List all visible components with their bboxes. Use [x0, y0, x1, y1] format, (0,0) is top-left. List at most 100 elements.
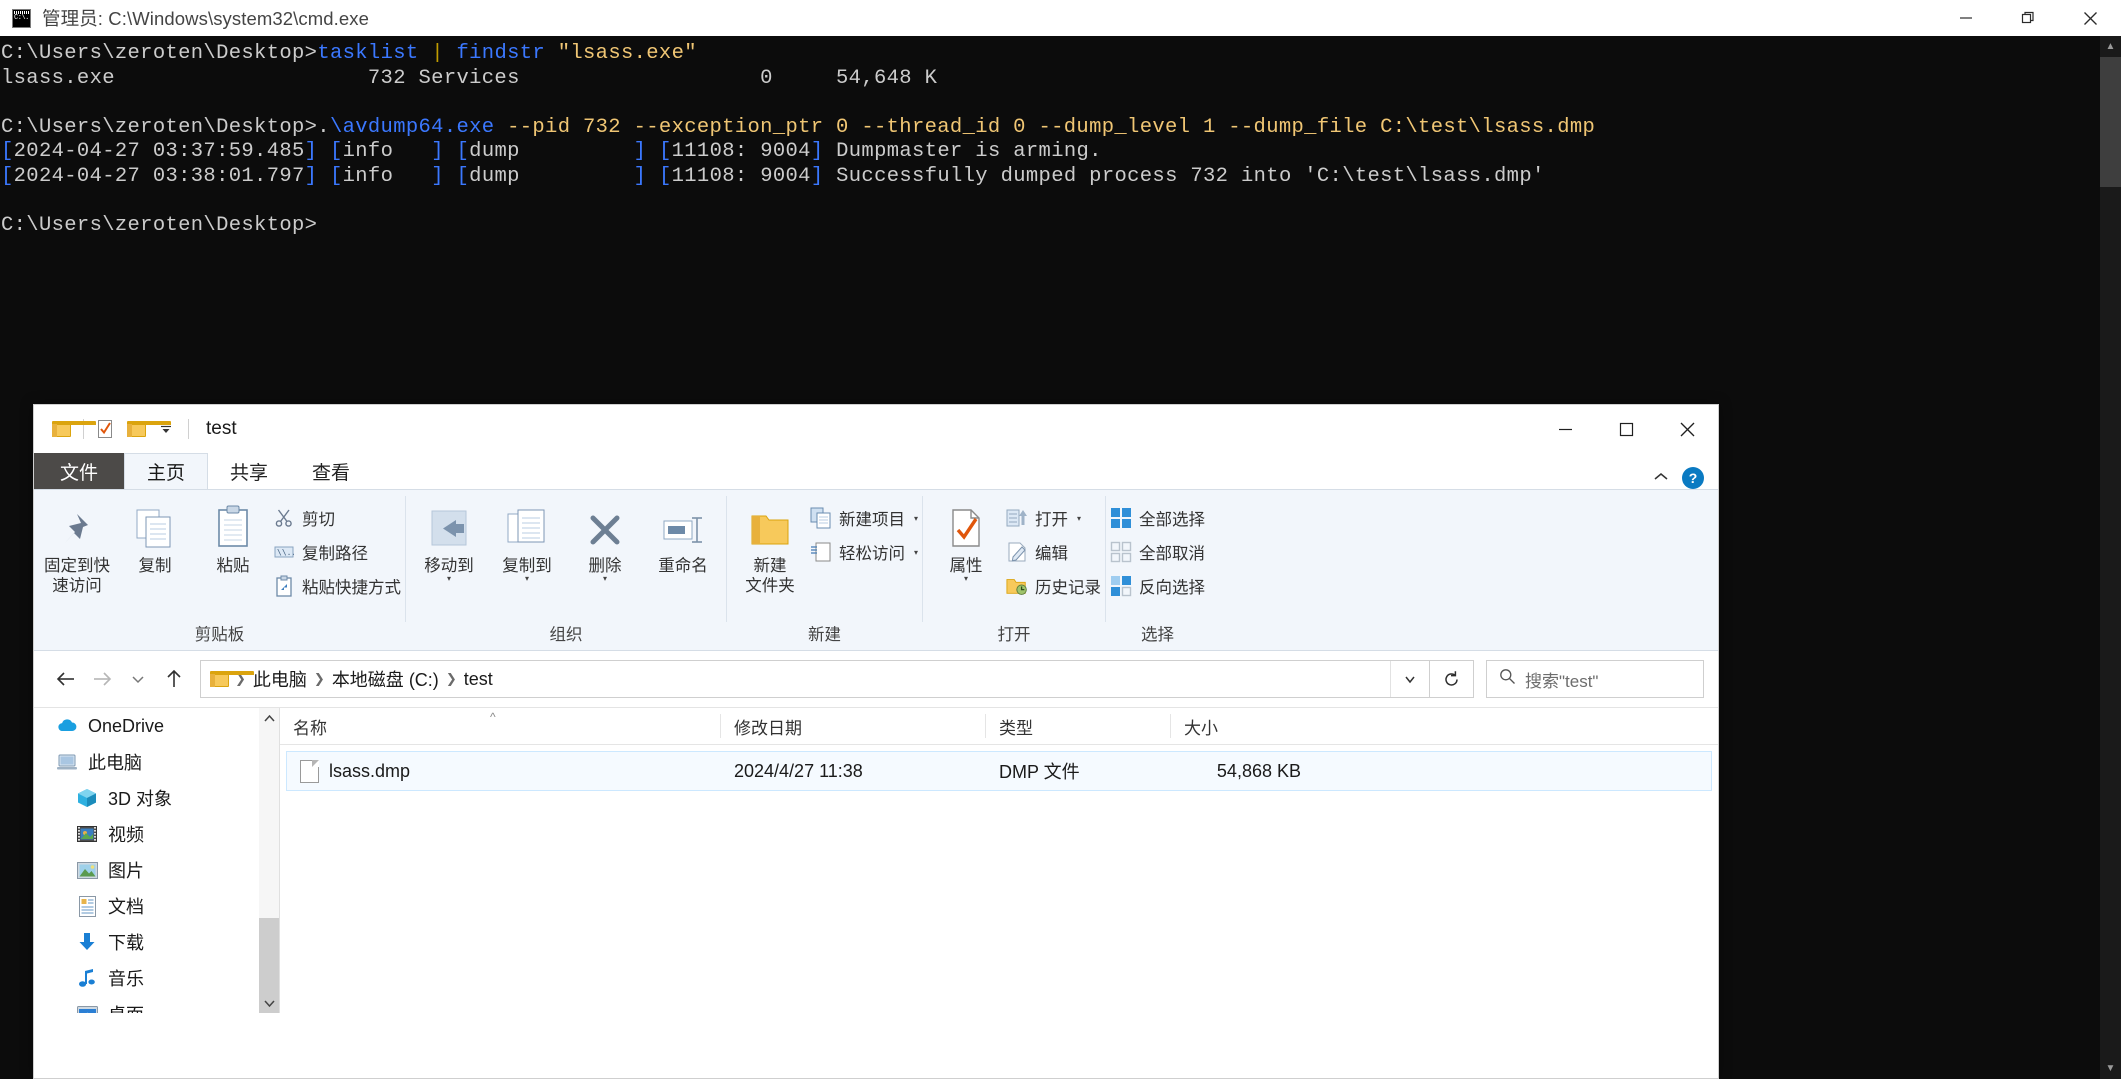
sidebar-item-desktop[interactable]: 桌面	[34, 996, 279, 1013]
cmd-minimize-button[interactable]	[1935, 0, 1997, 36]
qat-separator-2	[188, 419, 189, 439]
help-icon[interactable]: ?	[1682, 467, 1704, 489]
ribbon-button-label: 编辑	[1035, 545, 1069, 563]
svg-text:\\...: \\...	[277, 548, 294, 557]
forward-button[interactable]	[84, 661, 120, 697]
explorer-title-bar[interactable]: test	[34, 405, 1718, 453]
explorer-maximize-button[interactable]	[1596, 405, 1657, 453]
sidebar-item-pictures[interactable]: 图片	[34, 852, 279, 888]
sidebar-item-3d-objects[interactable]: 3D 对象	[34, 780, 279, 816]
sidebar-item-documents[interactable]: 文档	[34, 888, 279, 924]
collapse-ribbon-chevron-up-icon[interactable]	[1652, 470, 1670, 486]
file-name-cell[interactable]: lsass.dmp	[287, 759, 721, 783]
cmd-scrollbar[interactable]: ▲ ▼	[2100, 36, 2121, 1079]
ribbon-button-label: 新建 文件夹	[745, 557, 795, 595]
edit-button[interactable]: 编辑	[1006, 538, 1101, 566]
back-button[interactable]	[48, 661, 84, 697]
copy-icon	[134, 504, 176, 550]
sidebar-scroll-down-chevron-down-icon[interactable]	[259, 993, 279, 1013]
cmd-text-span: dump	[469, 140, 634, 163]
sidebar-scroll-up-chevron-up-icon[interactable]	[259, 708, 279, 728]
column-header-type[interactable]: 类型	[985, 714, 1170, 738]
paste-shortcut-button[interactable]: 粘贴快捷方式	[273, 572, 401, 600]
open-button[interactable]: 打开 ▾	[1006, 504, 1101, 532]
pin-to-quick-access-button[interactable]: 固定到快 速访问	[38, 498, 116, 596]
properties-button[interactable]: 属性 ▾	[927, 498, 1005, 583]
tab-label: 共享	[230, 462, 269, 484]
ribbon-group-organize: 移动到 ▾ 复制到 ▾ 删除 ▾ 重命名组织	[406, 490, 726, 650]
tab-home[interactable]: 主页	[124, 453, 209, 489]
delete-button[interactable]: 删除 ▾	[566, 498, 644, 583]
up-button[interactable]	[156, 661, 192, 697]
cut-button[interactable]: 剪切	[273, 504, 401, 532]
column-header-name[interactable]: 名称	[280, 714, 720, 738]
chevron-down-icon[interactable]: ▾	[603, 575, 607, 583]
copy-to-button[interactable]: 复制到 ▾	[488, 498, 566, 583]
file-name-label: lsass.dmp	[329, 760, 411, 781]
cmd-text-span: \avdump64.exe	[329, 115, 508, 139]
file-size-cell: 54,868 KB	[1216, 760, 1301, 781]
qat-folder-icon[interactable]	[46, 414, 96, 444]
cmd-text-span: 11108: 9004	[671, 164, 811, 188]
column-header-date-modified[interactable]: 修改日期	[720, 714, 985, 738]
move-to-button[interactable]: 移动到 ▾	[410, 498, 488, 583]
column-header-size[interactable]: 大小	[1170, 714, 1310, 738]
qat-properties-icon[interactable]	[91, 414, 121, 444]
sidebar-item-music[interactable]: 音乐	[34, 960, 279, 996]
select-none-icon	[1110, 541, 1132, 563]
cmd-title-bar[interactable]: 管理员: C:\Windows\system32\cmd.exe	[0, 0, 2121, 36]
new-folder-button[interactable]: 新建 文件夹	[731, 498, 809, 596]
select-all-button[interactable]: 全部选择	[1110, 504, 1205, 532]
chevron-down-icon[interactable]: ▾	[1077, 514, 1081, 523]
sidebar-item-onedrive[interactable]: OneDrive	[34, 708, 279, 744]
cmd-restore-button[interactable]	[1997, 0, 2059, 36]
ribbon-group-label: 选择	[1141, 626, 1175, 644]
cmd-scroll-up-icon[interactable]: ▲	[2100, 36, 2121, 57]
new-item-button[interactable]: 新建项目 ▾	[810, 504, 918, 532]
chevron-down-icon[interactable]: ▾	[914, 548, 918, 557]
sort-indicator: ^	[490, 710, 496, 724]
breadcrumb-item[interactable]: 此电脑	[248, 666, 312, 692]
address-bar[interactable]: ❯ 此电脑 ❯ 本地磁盘 (C:) ❯ test	[200, 660, 1430, 698]
sidebar-scrollbar[interactable]	[259, 708, 279, 1013]
tab-file[interactable]: 文件	[34, 453, 125, 489]
easy-access-button[interactable]: 轻松访问 ▾	[810, 538, 918, 566]
chevron-down-icon[interactable]: ▾	[525, 575, 529, 583]
chevron-down-icon[interactable]: ▾	[914, 514, 918, 523]
explorer-minimize-button[interactable]	[1535, 405, 1596, 453]
address-folder-icon	[210, 671, 254, 687]
paste-button[interactable]: 粘贴	[194, 498, 272, 576]
explorer-close-button[interactable]	[1657, 405, 1718, 453]
cmd-close-button[interactable]	[2059, 0, 2121, 36]
breadcrumb-item[interactable]: test	[459, 669, 498, 690]
onedrive-cloud-icon	[56, 717, 78, 736]
rename-button[interactable]: 重命名	[644, 498, 722, 576]
sidebar-item-label: 下载	[108, 933, 144, 953]
tab-view[interactable]: 查看	[290, 453, 372, 489]
qat-new-folder-icon[interactable]	[121, 414, 171, 444]
table-row[interactable]: lsass.dmp 2024/4/27 11:38 DMP 文件 54,868 KB	[286, 751, 1712, 791]
cmd-text-span: ] [	[633, 140, 672, 163]
cmd-scroll-down-icon[interactable]: ▼	[2100, 1058, 2121, 1079]
select-none-button[interactable]: 全部取消	[1110, 538, 1205, 566]
chevron-down-icon[interactable]: ▾	[964, 575, 968, 583]
ribbon-group-label: 组织	[549, 626, 583, 644]
cmd-text-span: ] [	[431, 164, 470, 188]
refresh-button[interactable]	[1430, 660, 1474, 698]
tab-share[interactable]: 共享	[208, 453, 290, 489]
explorer-window-title: test	[206, 418, 237, 439]
copy-path-button[interactable]: \\... 复制路径	[273, 538, 401, 566]
history-button[interactable]: 历史记录	[1006, 572, 1101, 600]
copy-button[interactable]: 复制	[116, 498, 194, 576]
search-input[interactable]: 搜索"test"	[1486, 660, 1704, 698]
invert-selection-button[interactable]: 反向选择	[1110, 572, 1205, 600]
sidebar-item-downloads[interactable]: 下载	[34, 924, 279, 960]
breadcrumb-item[interactable]: 本地磁盘 (C:)	[327, 666, 444, 692]
sidebar-item-videos[interactable]: 视频	[34, 816, 279, 852]
address-dropdown-chevron-down-icon[interactable]	[1390, 661, 1429, 697]
recent-locations-chevron-down-icon[interactable]	[120, 661, 156, 697]
sidebar-item-this-pc[interactable]: 此电脑	[34, 744, 279, 780]
cmd-scroll-thumb[interactable]	[2100, 57, 2121, 187]
qat-customize-chevron-down-icon[interactable]	[151, 414, 181, 444]
chevron-down-icon[interactable]: ▾	[447, 575, 451, 583]
